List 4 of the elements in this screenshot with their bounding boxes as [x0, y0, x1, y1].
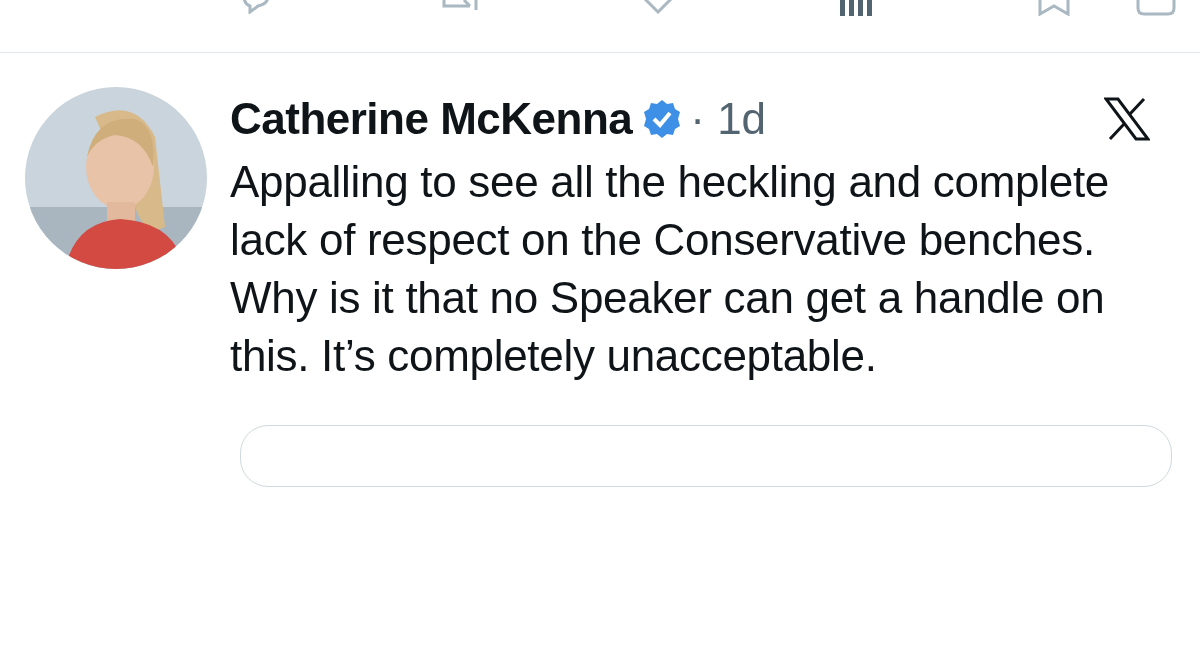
- author-name[interactable]: Catherine McKenna: [230, 94, 633, 144]
- timestamp[interactable]: · 1d: [690, 94, 767, 144]
- tweet-text: Appalling to see all the heckling and complete lack of respect on the Conservative benches. Why is it that no Speaker can get a handle on this. It’s completely unacceptable.: [230, 156, 1110, 382]
- x-logo-icon[interactable]: [1104, 97, 1150, 141]
